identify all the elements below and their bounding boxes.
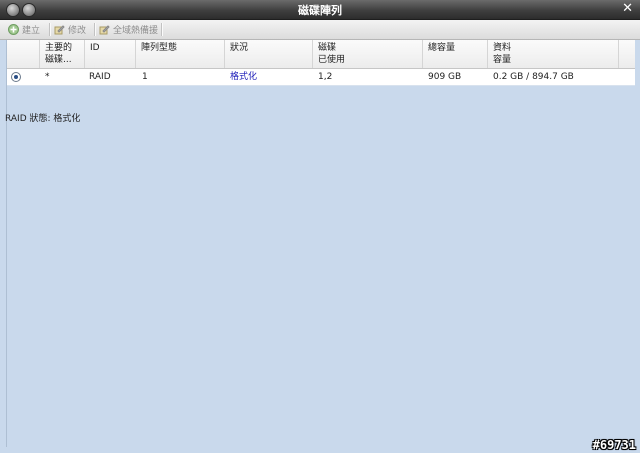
- cell-primary: *: [45, 72, 50, 82]
- image-watermark: #69731: [592, 438, 636, 452]
- cell-type: 1: [142, 72, 148, 82]
- cell-data-capacity: 0.2 GB / 894.7 GB: [493, 72, 574, 82]
- cell-disks-used: 1,2: [318, 72, 333, 82]
- cell-total-capacity: 909 GB: [428, 72, 462, 82]
- column-header-status[interactable]: 狀況: [224, 40, 312, 68]
- radio-selected-dot: [14, 75, 18, 79]
- raid-window: 磁碟陣列 ✕ 建立 修改 全域熱備援 主要的 磁碟... ID 陣列型態 狀況 …: [0, 0, 640, 453]
- modify-button[interactable]: 修改: [54, 22, 86, 37]
- raid-table: 主要的 磁碟... ID 陣列型態 狀況 磁碟 已使用 總容量 資料 容量 * …: [6, 40, 635, 447]
- column-header-select[interactable]: [7, 40, 39, 68]
- raid-status-text: RAID 狀態: 格式化: [5, 114, 81, 124]
- close-icon[interactable]: ✕: [622, 1, 633, 17]
- toolbar-divider: [94, 23, 96, 36]
- edit-icon: [54, 24, 65, 35]
- toolbar: 建立 修改 全域熱備援: [0, 20, 640, 40]
- cell-id: RAID: [89, 72, 111, 82]
- add-icon: [8, 24, 19, 35]
- column-header-filler: [618, 40, 635, 68]
- column-header-disks-used[interactable]: 磁碟 已使用: [312, 40, 422, 68]
- column-header-data-capacity[interactable]: 資料 容量: [487, 40, 618, 68]
- toolbar-divider: [161, 23, 163, 36]
- spare-disk-icon: [99, 24, 110, 35]
- row-select-radio[interactable]: [11, 72, 21, 82]
- global-spare-button[interactable]: 全域熱備援: [99, 22, 158, 37]
- table-header: 主要的 磁碟... ID 陣列型態 狀況 磁碟 已使用 總容量 資料 容量: [7, 40, 635, 69]
- table-row[interactable]: * RAID 1 格式化 1,2 909 GB 0.2 GB / 894.7 G…: [7, 69, 635, 86]
- column-header-total-capacity[interactable]: 總容量: [422, 40, 487, 68]
- modify-label: 修改: [68, 26, 87, 36]
- cell-status-link[interactable]: 格式化: [225, 69, 257, 85]
- create-button[interactable]: 建立: [8, 22, 40, 37]
- title-bar[interactable]: 磁碟陣列 ✕: [0, 0, 640, 20]
- column-header-type[interactable]: 陣列型態: [135, 40, 224, 68]
- column-header-primary[interactable]: 主要的 磁碟...: [39, 40, 84, 68]
- toolbar-divider: [49, 23, 51, 36]
- global-spare-label: 全域熱備援: [113, 26, 159, 36]
- column-header-id[interactable]: ID: [84, 40, 135, 68]
- create-label: 建立: [22, 26, 41, 36]
- window-title: 磁碟陣列: [298, 4, 342, 17]
